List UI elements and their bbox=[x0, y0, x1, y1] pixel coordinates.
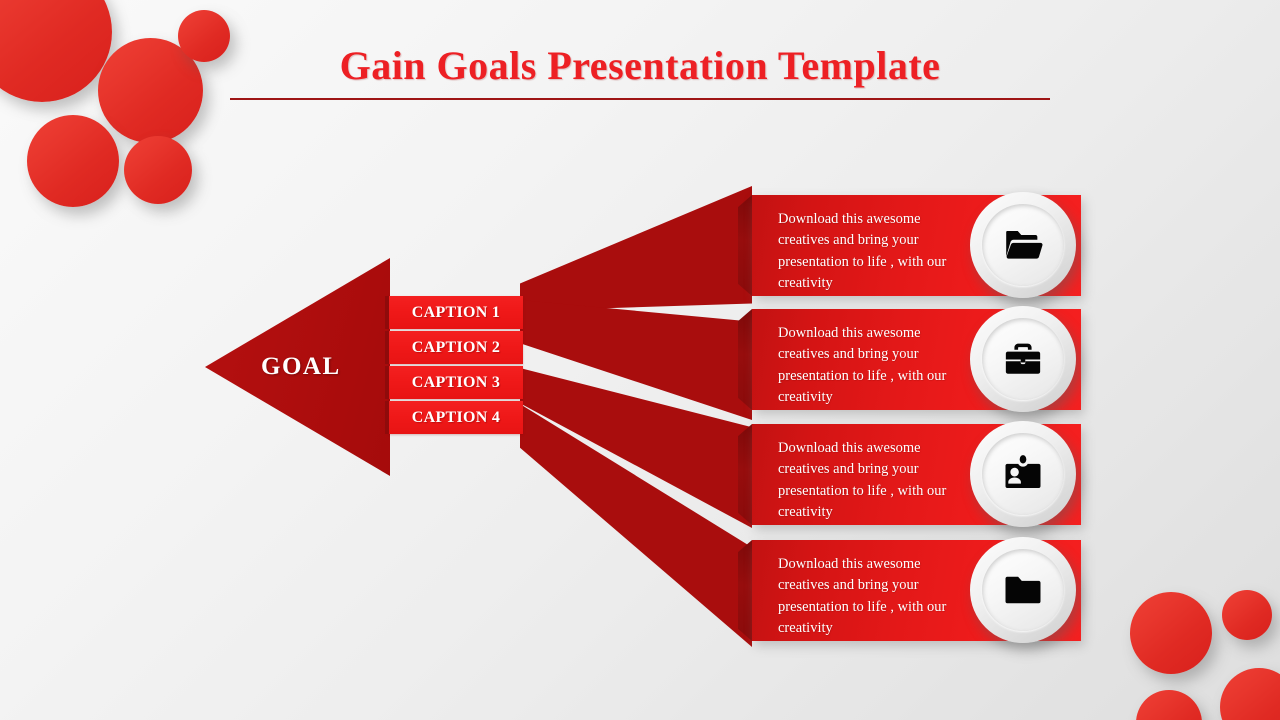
circle-fill bbox=[27, 115, 119, 207]
title-underline-rule bbox=[230, 98, 1050, 100]
icon-inner-disc-1 bbox=[982, 204, 1064, 286]
decorative-circle-tl-1 bbox=[0, 0, 112, 102]
panel-fold-4 bbox=[738, 540, 752, 641]
decorative-circle-tl-4 bbox=[27, 115, 119, 207]
panel-text-1: Download this awesome creatives and brin… bbox=[778, 211, 947, 291]
panel-text-3: Download this awesome creatives and brin… bbox=[778, 440, 947, 520]
panel-fold-1 bbox=[738, 195, 752, 296]
decorative-circle-br-4 bbox=[1220, 668, 1280, 720]
caption-bar-1[interactable]: CAPTION 1 bbox=[385, 296, 523, 329]
icon-button-2[interactable] bbox=[970, 306, 1076, 412]
decorative-circle-tl-5 bbox=[124, 136, 192, 204]
presentation-slide: Gain Goals Presentation Template GOAL CA… bbox=[0, 0, 1280, 720]
open-folder-icon bbox=[1005, 231, 1043, 259]
icon-button-4[interactable] bbox=[970, 537, 1076, 643]
page-title: Gain Goals Presentation Template bbox=[339, 43, 941, 88]
briefcase-icon bbox=[1005, 343, 1041, 374]
circle-fill bbox=[1136, 690, 1202, 720]
caption-label-2: CAPTION 2 bbox=[411, 338, 501, 356]
panel-fold-2 bbox=[738, 309, 752, 410]
circle-fill bbox=[1220, 668, 1280, 720]
circle-fill bbox=[0, 0, 112, 102]
caption-bar-4[interactable]: CAPTION 4 bbox=[385, 401, 523, 434]
goal-label: GOAL bbox=[261, 353, 341, 380]
caption-bar-2[interactable]: CAPTION 2 bbox=[385, 331, 523, 364]
goal-arrow[interactable]: GOAL bbox=[205, 258, 390, 476]
panel-text-2: Download this awesome creatives and brin… bbox=[778, 325, 947, 405]
decorative-circle-br-1 bbox=[1130, 592, 1212, 674]
caption-bar-list: CAPTION 1 CAPTION 2 CAPTION 3 CAPTION 4 bbox=[385, 296, 523, 436]
id-badge-icon bbox=[1005, 455, 1041, 488]
icon-inner-disc-3 bbox=[982, 433, 1064, 515]
caption-label-4: CAPTION 4 bbox=[411, 408, 501, 426]
circle-fill bbox=[124, 136, 192, 204]
icon-inner-disc-4 bbox=[982, 549, 1064, 631]
decorative-circle-br-2 bbox=[1222, 590, 1272, 640]
panel-fold-3 bbox=[738, 424, 752, 525]
folder-icon bbox=[1005, 576, 1041, 604]
connector-ribbon-1 bbox=[520, 186, 752, 311]
caption-label-3: CAPTION 3 bbox=[411, 373, 501, 391]
icon-inner-disc-2 bbox=[982, 318, 1064, 400]
decorative-circle-tl-3 bbox=[178, 10, 230, 62]
caption-label-1: CAPTION 1 bbox=[411, 303, 501, 321]
panel-text-4: Download this awesome creatives and brin… bbox=[778, 556, 947, 636]
circle-fill bbox=[1130, 592, 1212, 674]
icon-button-3[interactable] bbox=[970, 421, 1076, 527]
caption-bar-3[interactable]: CAPTION 3 bbox=[385, 366, 523, 399]
title-block: Gain Goals Presentation Template bbox=[230, 44, 1050, 100]
circle-fill bbox=[1222, 590, 1272, 640]
icon-button-1[interactable] bbox=[970, 192, 1076, 298]
decorative-circle-br-3 bbox=[1136, 690, 1202, 720]
circle-fill bbox=[178, 10, 230, 62]
